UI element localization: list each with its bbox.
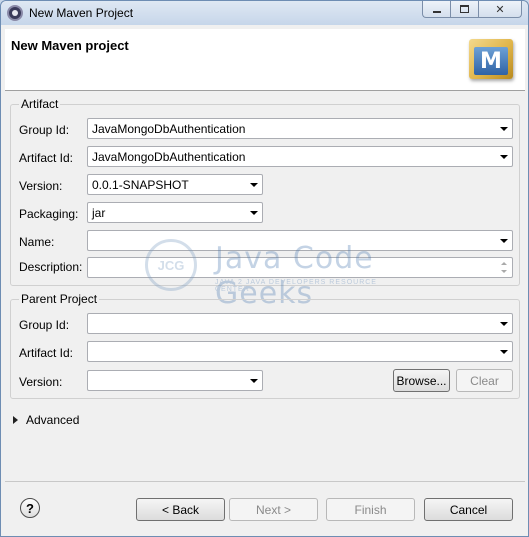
minimize-button[interactable] xyxy=(422,1,450,18)
close-button[interactable]: ✕ xyxy=(478,1,522,18)
version-label: Version: xyxy=(19,179,63,193)
parent-artifact-id-combo[interactable] xyxy=(87,341,513,362)
wizard-title: New Maven project xyxy=(11,38,129,53)
eclipse-icon xyxy=(7,5,23,21)
parent-group-id-combo[interactable] xyxy=(87,313,513,334)
group-id-combo[interactable]: JavaMongoDbAuthentication xyxy=(87,118,513,139)
browse-button[interactable]: Browse... xyxy=(393,369,450,392)
cancel-button[interactable]: Cancel xyxy=(424,498,513,521)
chevron-down-icon xyxy=(500,239,508,243)
name-label: Name: xyxy=(19,235,55,249)
artifact-id-label: Artifact Id: xyxy=(19,151,74,165)
help-icon: ? xyxy=(26,500,34,516)
maximize-button[interactable] xyxy=(450,1,478,18)
chevron-right-icon xyxy=(13,416,18,424)
maven-logo-icon: M xyxy=(469,39,513,79)
packaging-label: Packaging: xyxy=(19,207,79,221)
help-button[interactable]: ? xyxy=(20,498,40,518)
chevron-down-icon xyxy=(500,155,508,159)
parent-artifact-id-label: Artifact Id: xyxy=(19,346,74,360)
clear-button[interactable]: Clear xyxy=(456,369,513,392)
next-button[interactable]: Next > xyxy=(229,498,318,521)
group-id-label: Group Id: xyxy=(19,123,70,137)
parent-version-label: Version: xyxy=(19,375,63,389)
new-maven-project-window: New Maven Project ✕ New Maven project M … xyxy=(0,0,529,537)
footer-separator xyxy=(5,481,525,482)
artifact-id-value: JavaMongoDbAuthentication xyxy=(92,150,246,164)
chevron-down-icon xyxy=(500,350,508,354)
description-textarea[interactable] xyxy=(87,257,513,278)
parent-project-group-label: Parent Project xyxy=(19,292,100,306)
group-id-value: JavaMongoDbAuthentication xyxy=(92,122,246,136)
window-controls: ✕ xyxy=(422,1,522,19)
maximize-icon xyxy=(460,5,469,13)
advanced-label: Advanced xyxy=(26,413,80,427)
chevron-down-icon xyxy=(500,127,508,131)
artifact-id-combo[interactable]: JavaMongoDbAuthentication xyxy=(87,146,513,167)
wizard-banner: New Maven project M xyxy=(5,29,525,91)
version-combo[interactable]: 0.0.1-SNAPSHOT xyxy=(87,174,263,195)
chevron-down-icon xyxy=(250,379,258,383)
minimize-icon xyxy=(432,11,441,13)
advanced-section-toggle[interactable]: Advanced xyxy=(13,413,79,427)
artifact-group-label: Artifact xyxy=(19,97,61,111)
name-combo[interactable] xyxy=(87,230,513,251)
window-title: New Maven Project xyxy=(29,6,134,20)
title-bar[interactable]: New Maven Project ✕ xyxy=(1,1,528,25)
chevron-down-icon xyxy=(500,322,508,326)
scroll-up-icon xyxy=(501,261,507,265)
parent-group-id-label: Group Id: xyxy=(19,318,70,332)
packaging-value: jar xyxy=(92,206,106,220)
finish-button[interactable]: Finish xyxy=(326,498,415,521)
chevron-down-icon xyxy=(250,183,258,187)
description-label: Description: xyxy=(19,260,83,274)
packaging-combo[interactable]: jar xyxy=(87,202,263,223)
maven-logo-letter: M xyxy=(474,47,508,75)
scroll-down-icon xyxy=(501,270,507,274)
description-scrollbar[interactable] xyxy=(497,259,511,276)
version-value: 0.0.1-SNAPSHOT xyxy=(92,178,189,192)
chevron-down-icon xyxy=(250,211,258,215)
parent-version-combo[interactable] xyxy=(87,370,263,391)
close-icon: ✕ xyxy=(495,3,505,16)
back-button[interactable]: < Back xyxy=(136,498,225,521)
